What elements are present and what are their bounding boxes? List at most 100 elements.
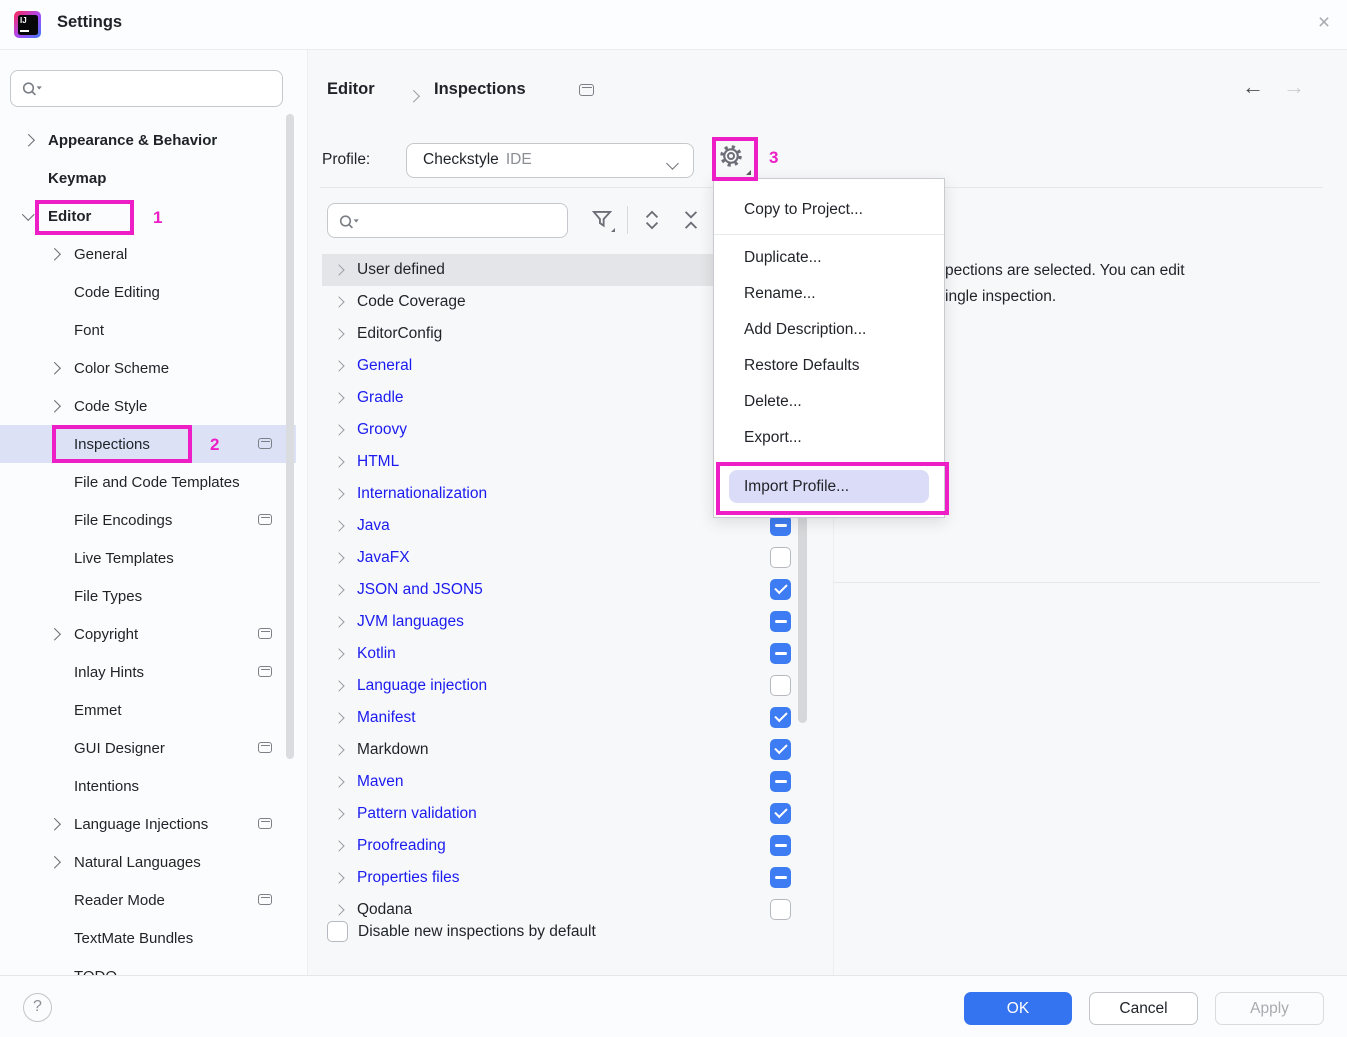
sidebar-search-input[interactable] bbox=[51, 75, 275, 104]
checkbox-manifest[interactable] bbox=[770, 707, 791, 728]
chevron-right-icon bbox=[332, 266, 346, 274]
tree-row-qodana[interactable]: Qodana bbox=[322, 894, 814, 922]
sidebar-item-language-injections[interactable]: Language Injections bbox=[0, 805, 296, 843]
cancel-button[interactable]: Cancel bbox=[1089, 992, 1198, 1025]
sidebar-item-inlay-hints[interactable]: Inlay Hints bbox=[0, 653, 296, 691]
sidebar-item-emmet[interactable]: Emmet bbox=[0, 691, 296, 729]
sidebar-item-appearance-behavior[interactable]: Appearance & Behavior bbox=[0, 121, 296, 159]
breadcrumb-editor[interactable]: Editor bbox=[327, 80, 375, 99]
checkbox-javafx[interactable] bbox=[770, 547, 791, 568]
checkbox-properties-files[interactable] bbox=[770, 867, 791, 888]
sidebar-item-color-scheme[interactable]: Color Scheme bbox=[0, 349, 296, 387]
sidebar-item-keymap[interactable]: Keymap bbox=[0, 159, 296, 197]
checkbox-proofreading[interactable] bbox=[770, 835, 791, 856]
menu-item-restore-defaults[interactable]: Restore Defaults bbox=[714, 348, 944, 384]
checkbox-pattern-validation[interactable] bbox=[770, 803, 791, 824]
sidebar-item-general[interactable]: General bbox=[0, 235, 296, 273]
sidebar-item-natural-languages[interactable]: Natural Languages bbox=[0, 843, 296, 881]
sidebar-item-editor[interactable]: Editor bbox=[0, 197, 296, 235]
sidebar-item-label: Appearance & Behavior bbox=[48, 132, 217, 149]
menu-item-add-description[interactable]: Add Description... bbox=[714, 312, 944, 348]
sidebar-item-file-encodings[interactable]: File Encodings bbox=[0, 501, 296, 539]
profile-dropdown[interactable]: CheckstyleIDE bbox=[406, 143, 694, 178]
tree-row-manifest[interactable]: Manifest bbox=[322, 702, 814, 734]
tree-row-label: Internationalization bbox=[357, 485, 487, 503]
chevron-right-icon bbox=[46, 364, 62, 373]
annotation-number-2: 2 bbox=[210, 435, 219, 455]
sidebar-item-gui-designer[interactable]: GUI Designer bbox=[0, 729, 296, 767]
tree-row-json-and-json5[interactable]: JSON and JSON5 bbox=[322, 574, 814, 606]
checkbox-qodana[interactable] bbox=[770, 899, 791, 920]
tree-row-proofreading[interactable]: Proofreading bbox=[322, 830, 814, 862]
tree-row-label: JVM languages bbox=[357, 613, 464, 631]
tree-row-properties-files[interactable]: Properties files bbox=[322, 862, 814, 894]
inspections-search-input[interactable] bbox=[368, 207, 562, 236]
sidebar-scrollbar[interactable] bbox=[286, 114, 294, 759]
sidebar-item-intentions[interactable]: Intentions bbox=[0, 767, 296, 805]
sidebar-item-font[interactable]: Font bbox=[0, 311, 296, 349]
sidebar-item-file-and-code-templates[interactable]: File and Code Templates bbox=[0, 463, 296, 501]
sidebar-item-copyright[interactable]: Copyright bbox=[0, 615, 296, 653]
menu-item-delete[interactable]: Delete... bbox=[714, 384, 944, 420]
tree-row-kotlin[interactable]: Kotlin bbox=[322, 638, 814, 670]
annotation-number-3: 3 bbox=[769, 148, 778, 168]
tree-row-language-injection[interactable]: Language injection bbox=[322, 670, 814, 702]
disable-new-inspections-checkbox[interactable] bbox=[327, 921, 348, 942]
filter-button[interactable] bbox=[589, 206, 617, 234]
menu-item-export[interactable]: Export... bbox=[714, 420, 944, 456]
close-icon[interactable]: × bbox=[1309, 8, 1339, 38]
checkbox-markdown[interactable] bbox=[770, 739, 791, 760]
menu-item-copy-to-project[interactable]: Copy to Project... bbox=[714, 192, 944, 228]
sidebar-item-textmate-bundles[interactable]: TextMate Bundles bbox=[0, 919, 296, 957]
sidebar-item-label: Editor bbox=[48, 208, 91, 225]
checkbox-java[interactable] bbox=[770, 515, 791, 536]
chevron-right-icon bbox=[332, 458, 346, 466]
sidebar-item-code-style[interactable]: Code Style bbox=[0, 387, 296, 425]
chevron-right-icon bbox=[332, 522, 346, 530]
checkbox-language-injection[interactable] bbox=[770, 675, 791, 696]
tree-row-jvm-languages[interactable]: JVM languages bbox=[322, 606, 814, 638]
expand-all-button[interactable] bbox=[639, 207, 667, 235]
profile-gear-button[interactable] bbox=[716, 141, 754, 178]
menu-item-duplicate[interactable]: Duplicate... bbox=[714, 240, 944, 276]
sidebar-item-label: File Types bbox=[74, 588, 142, 605]
description-text-line1: pections are selected. You can edit bbox=[945, 262, 1185, 280]
apply-button[interactable]: Apply bbox=[1215, 992, 1324, 1025]
back-arrow-icon[interactable]: ← bbox=[1242, 76, 1264, 98]
logo-bar bbox=[20, 30, 29, 32]
tree-row-label: JavaFX bbox=[357, 549, 410, 567]
inspections-search-box[interactable] bbox=[327, 203, 568, 238]
tree-row-javafx[interactable]: JavaFX bbox=[322, 542, 814, 574]
tree-row-maven[interactable]: Maven bbox=[322, 766, 814, 798]
right-panel-separator bbox=[833, 582, 1320, 583]
chevron-right-icon bbox=[46, 858, 62, 867]
sidebar-item-code-editing[interactable]: Code Editing bbox=[0, 273, 296, 311]
ok-button[interactable]: OK bbox=[964, 992, 1072, 1025]
sidebar-item-label: Font bbox=[74, 322, 104, 339]
checkbox-maven[interactable] bbox=[770, 771, 791, 792]
sidebar-item-reader-mode[interactable]: Reader Mode bbox=[0, 881, 296, 919]
tree-row-pattern-validation[interactable]: Pattern validation bbox=[322, 798, 814, 830]
sidebar-item-label: Keymap bbox=[48, 170, 106, 187]
sidebar-item-label: Inlay Hints bbox=[74, 664, 144, 681]
tree-row-markdown[interactable]: Markdown bbox=[322, 734, 814, 766]
sidebar-item-live-templates[interactable]: Live Templates bbox=[0, 539, 296, 577]
chevron-right-icon bbox=[46, 820, 62, 829]
sidebar-search-box[interactable] bbox=[10, 70, 283, 107]
help-button[interactable]: ? bbox=[23, 993, 52, 1022]
sidebar-item-inspections[interactable]: Inspections bbox=[0, 425, 296, 463]
modified-settings-icon bbox=[258, 742, 272, 753]
sidebar-item-file-types[interactable]: File Types bbox=[0, 577, 296, 615]
checkbox-kotlin[interactable] bbox=[770, 643, 791, 664]
tree-row-label: Proofreading bbox=[357, 837, 446, 855]
checkbox-json-and-json5[interactable] bbox=[770, 579, 791, 600]
menu-item-import-profile[interactable]: Import Profile... bbox=[729, 470, 929, 503]
sidebar-item-todo[interactable]: TODO bbox=[0, 957, 296, 975]
forward-arrow-icon[interactable]: → bbox=[1283, 76, 1305, 98]
sidebar-item-label: Color Scheme bbox=[74, 360, 169, 377]
collapse-all-button[interactable] bbox=[678, 207, 706, 235]
menu-item-rename[interactable]: Rename... bbox=[714, 276, 944, 312]
tree-row-label: Properties files bbox=[357, 869, 460, 887]
checkbox-jvm-languages[interactable] bbox=[770, 611, 791, 632]
tree-row-label: JSON and JSON5 bbox=[357, 581, 483, 599]
